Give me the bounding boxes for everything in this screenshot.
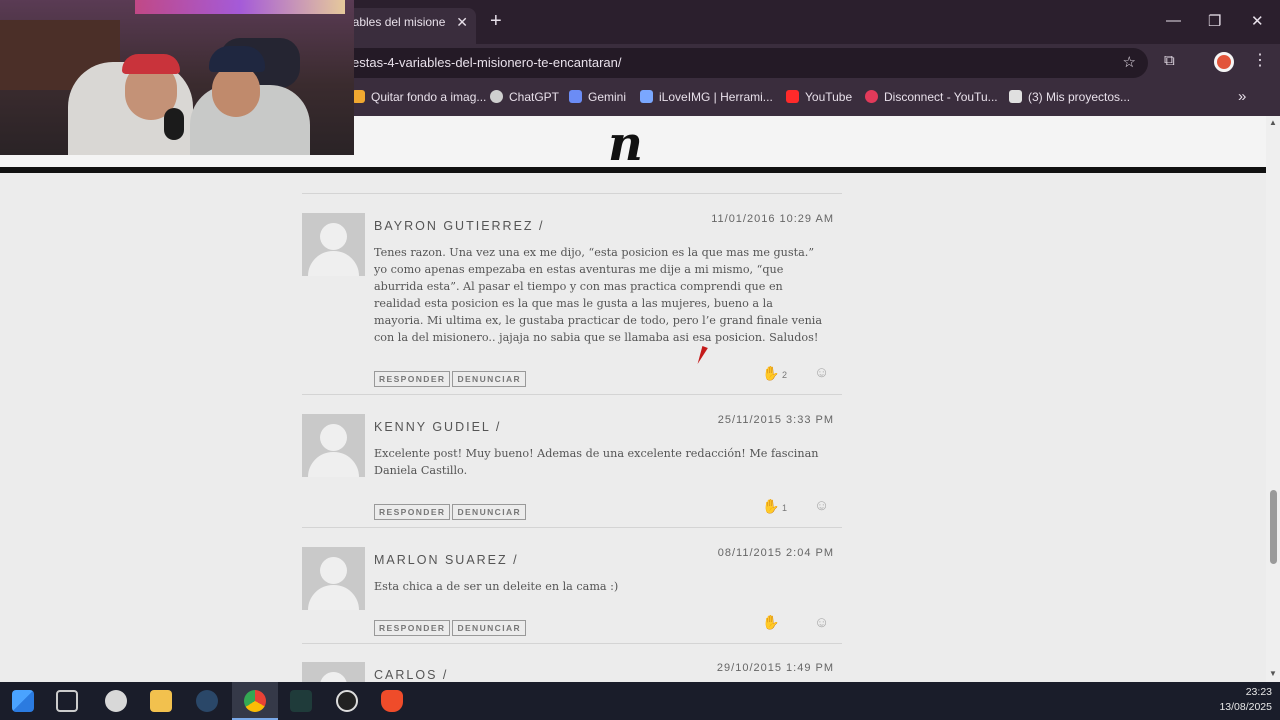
bookmark-label: (3) Mis proyectos... <box>1028 90 1131 104</box>
reply-button[interactable]: RESPONDER <box>374 371 451 387</box>
bookmark-item[interactable]: iLoveIMG | Herrami... <box>640 90 773 104</box>
web-page: n BAYRON GUTIERREZ / 11/01/2016 10:29 AM… <box>0 116 1280 682</box>
task-view-icon[interactable] <box>56 690 78 712</box>
bookmark-item[interactable]: ChatGPT <box>490 90 559 104</box>
divider <box>302 394 842 395</box>
youtube-icon <box>786 90 799 103</box>
minimize-icon[interactable]: — <box>1166 12 1181 29</box>
comment-actions: RESPONDER DENUNCIAR <box>374 369 528 387</box>
page-scrollbar[interactable]: ▲ ▼ <box>1266 116 1280 682</box>
microphone-icon <box>164 108 184 140</box>
comment-text: Esta chica a de ser un deleite en la cam… <box>374 580 619 593</box>
chrome-icon[interactable] <box>244 690 266 712</box>
file-explorer-icon[interactable] <box>150 690 172 712</box>
like-hand-icon[interactable]: ✋ <box>762 498 779 515</box>
avatar <box>302 414 365 477</box>
report-button[interactable]: DENUNCIAR <box>452 620 527 636</box>
like-count: 1 <box>782 503 788 513</box>
menu-dots-icon[interactable]: ⋮ <box>1252 50 1268 70</box>
comment: CARLOS / 29/10/2015 1:49 PM <box>302 662 842 682</box>
address-text: estas-4-variables-del-misionero-te-encan… <box>352 55 622 70</box>
tab-close-icon[interactable]: ✕ <box>456 14 468 31</box>
start-windows-icon[interactable] <box>12 690 34 712</box>
capcut-icon <box>1009 90 1022 103</box>
bookmark-label: ChatGPT <box>509 90 560 104</box>
bookmark-item[interactable]: Quitar fondo a imag... <box>352 90 486 104</box>
scroll-down-icon[interactable]: ▼ <box>1269 669 1277 678</box>
extensions-icon[interactable]: ⧉ <box>1164 52 1184 72</box>
comment-author: BAYRON GUTIERREZ / <box>374 219 545 233</box>
scroll-thumb[interactable] <box>1270 490 1277 564</box>
brave-icon[interactable] <box>381 690 403 712</box>
comment: MARLON SUAREZ / 08/11/2015 2:04 PM Esta … <box>302 547 842 647</box>
comment-actions: RESPONDER DENUNCIAR <box>374 618 528 636</box>
chatgpt-icon <box>490 90 503 103</box>
browser-tab[interactable]: iables del misione ✕ <box>340 8 476 44</box>
new-tab-icon[interactable]: + <box>490 10 502 33</box>
like-hand-icon[interactable]: ✋ <box>762 614 779 631</box>
comment-date: 25/11/2015 3:33 PM <box>717 414 834 426</box>
site-logo[interactable]: n <box>608 116 643 172</box>
comment-date: 11/01/2016 10:29 AM <box>711 213 834 225</box>
address-input[interactable]: estas-4-variables-del-misionero-te-encan… <box>340 48 1148 78</box>
avatar <box>302 213 365 276</box>
like-hand-icon[interactable]: ✋ <box>762 365 779 382</box>
report-button[interactable]: DENUNCIAR <box>452 371 527 387</box>
comment-author: KENNY GUDIEL / <box>374 420 502 434</box>
comment: KENNY GUDIEL / 25/11/2015 3:33 PM Excele… <box>302 414 842 524</box>
ilovimg-icon <box>640 90 653 103</box>
comment: BAYRON GUTIERREZ / 11/01/2016 10:29 AM T… <box>302 213 842 393</box>
bookmarks-more-icon[interactable]: » <box>1238 88 1246 105</box>
clock-time: 23:23 <box>1245 686 1272 698</box>
smiley-icon[interactable]: ☺ <box>814 497 829 514</box>
comment-text: Excelente post! Muy bueno! Ademas de una… <box>374 447 819 477</box>
bookmark-item[interactable]: (3) Mis proyectos... <box>1009 90 1130 104</box>
webcam-overlay <box>0 0 354 155</box>
tab-title: iables del misione <box>350 15 446 29</box>
comment-author: CARLOS / <box>374 668 449 682</box>
gemini-icon <box>569 90 582 103</box>
bookmark-item[interactable]: Disconnect - YouTu... <box>865 90 998 104</box>
comment-date: 29/10/2015 1:49 PM <box>716 662 834 674</box>
app-icon[interactable] <box>105 690 127 712</box>
close-window-icon[interactable]: ✕ <box>1251 12 1264 30</box>
obs-icon[interactable] <box>336 690 358 712</box>
divider <box>302 643 842 644</box>
bookmark-label: Quitar fondo a imag... <box>371 90 487 104</box>
comment-actions: RESPONDER DENUNCIAR <box>374 502 528 520</box>
scroll-up-icon[interactable]: ▲ <box>1269 118 1277 127</box>
divider <box>302 527 842 528</box>
bookmark-label: Disconnect - YouTu... <box>884 90 998 104</box>
smiley-icon[interactable]: ☺ <box>814 614 829 631</box>
steam-icon[interactable] <box>196 690 218 712</box>
like-count: 2 <box>782 370 788 380</box>
profile-avatar[interactable] <box>1214 52 1234 72</box>
divider <box>302 193 842 194</box>
bookmark-item[interactable]: YouTube <box>786 90 852 104</box>
bookmark-item[interactable]: Gemini <box>569 90 626 104</box>
comment-text: Tenes razon. Una vez una ex me dijo, “es… <box>374 246 823 344</box>
report-button[interactable]: DENUNCIAR <box>452 504 527 520</box>
smiley-icon[interactable]: ☺ <box>814 364 829 381</box>
bookmark-star-icon[interactable]: ☆ <box>1123 53 1136 71</box>
taskbar-clock[interactable]: 23:23 13/08/2025 <box>1219 685 1272 715</box>
avatar <box>302 547 365 610</box>
capcut-icon[interactable] <box>290 690 312 712</box>
reply-button[interactable]: RESPONDER <box>374 504 451 520</box>
taskbar: 23:23 13/08/2025 <box>0 682 1280 720</box>
disconnect-icon <box>865 90 878 103</box>
bookmark-label: YouTube <box>805 90 853 104</box>
bookmark-label: Gemini <box>588 90 627 104</box>
clock-date: 13/08/2025 <box>1219 701 1272 713</box>
avatar <box>302 662 365 682</box>
reply-button[interactable]: RESPONDER <box>374 620 451 636</box>
restore-icon[interactable]: ❐ <box>1208 12 1221 30</box>
comment-author: MARLON SUAREZ / <box>374 553 519 567</box>
comment-date: 08/11/2015 2:04 PM <box>717 547 834 559</box>
bookmark-label: iLoveIMG | Herrami... <box>659 90 773 104</box>
